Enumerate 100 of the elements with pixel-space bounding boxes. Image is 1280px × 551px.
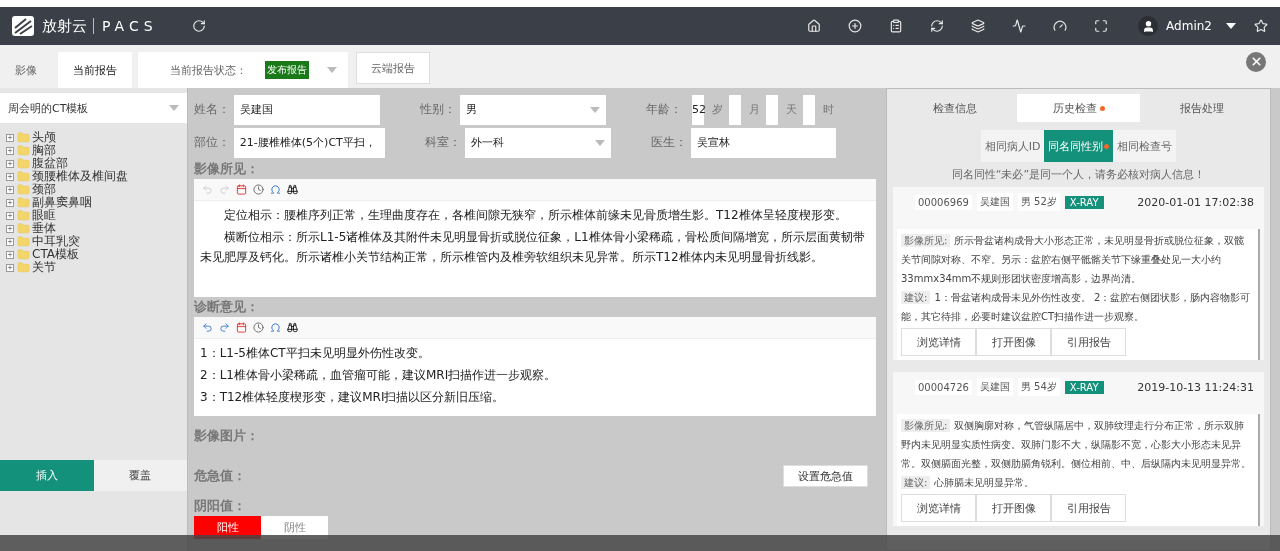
select-value: 男 xyxy=(466,102,477,117)
age-field[interactable] xyxy=(729,94,741,125)
undo-icon[interactable] xyxy=(202,322,213,333)
age-field[interactable] xyxy=(766,94,778,125)
tree-item[interactable]: 垂体 xyxy=(6,222,187,235)
mode-button[interactable]: 插入 xyxy=(0,460,94,491)
card-action-button[interactable]: 打开图像 xyxy=(976,328,1051,356)
add-icon[interactable] xyxy=(848,19,863,33)
card-action-button[interactable]: 引用报告 xyxy=(1051,328,1126,356)
sex-select[interactable]: 男 xyxy=(460,94,606,125)
tree-item[interactable]: 腹盆部 xyxy=(6,157,187,170)
redo-icon[interactable] xyxy=(219,322,230,333)
age-field[interactable] xyxy=(803,94,815,125)
text-editor[interactable]: 定位相示：腰椎序列正常，生理曲度存在，各椎间隙无狭窄，所示椎体前缘未见骨质增生影。T12椎体呈轻度楔形变。 横断位相示：所示L1-5诸椎体及其附件未见明显骨折或脱位征象，L1椎体骨小梁稀疏，骨松质间隔增宽，所示层面黄韧带未见肥厚及钙化。所示诸椎小关节结构正常，所示椎管内及椎旁软组织未见异常。所示T12椎体内未见明显骨折线影。 xyxy=(194,179,876,297)
calendar-icon[interactable] xyxy=(236,322,247,333)
user-name[interactable]: Admin2 xyxy=(1166,19,1212,33)
folder-icon xyxy=(17,248,30,261)
field-label: 年龄： xyxy=(646,101,683,118)
exam-id: 00006969 xyxy=(915,194,972,210)
notice-text: 同名同性“未必”是同一个人，请务必核对病人信息！ xyxy=(950,167,1207,182)
caret-icon[interactable] xyxy=(1226,23,1236,29)
caret-icon xyxy=(590,106,600,113)
tree-item[interactable]: 胸部 xyxy=(6,144,187,157)
filter-tab[interactable]: 相同病人ID xyxy=(980,130,1045,162)
field-label: 科室： xyxy=(425,134,463,151)
refresh-icon[interactable] xyxy=(930,19,945,33)
home-icon[interactable] xyxy=(807,19,822,33)
card-action-button[interactable]: 打开图像 xyxy=(976,494,1051,522)
clock-icon[interactable] xyxy=(253,322,264,333)
filter-tab[interactable]: 同名同性别 xyxy=(1044,130,1114,162)
expand-toggle[interactable] xyxy=(6,198,14,207)
findings-text: 影像所见: 所示骨盆诸构成骨大小形态正常，未见明显骨折或脱位征象，双髋关节间隙对称、不窄。另示：盆腔右侧平骶髂关节下缘重叠处见一大小约33mmx34mm不规则形团状密度增高影，边界尚清。 xyxy=(901,233,1246,286)
expand-toggle[interactable] xyxy=(6,159,14,168)
report-paragraph: 3：T12椎体轻度楔形变，建议MRI扫描以区分新旧压缩。 xyxy=(200,389,506,406)
clipboard-icon[interactable] xyxy=(889,19,904,33)
select-value: 周会明的CT模板 xyxy=(8,100,89,116)
set-critical-button[interactable]: 设置危急值 xyxy=(783,465,868,487)
cloud-report-button[interactable]: 云端报告 xyxy=(356,52,430,84)
omega-icon[interactable] xyxy=(270,184,281,195)
card-action-button[interactable]: 引用报告 xyxy=(1051,494,1126,522)
close-icon xyxy=(1249,55,1263,68)
tab[interactable]: 影像 xyxy=(0,52,52,88)
modality-tag: X-RAY xyxy=(1064,195,1104,209)
text-editor[interactable]: 1：L1-5椎体CT平扫未见明显外伤性改变。 2：L1椎体骨小梁稀疏，血管瘤可能，建议MRI扫描作进一步观察。 3：T12椎体轻度楔形变，建议MRI扫描以区分新旧压缩。 xyxy=(194,317,876,416)
expand-toggle[interactable] xyxy=(6,250,14,259)
folder-icon xyxy=(17,170,30,183)
expand-toggle[interactable] xyxy=(6,172,14,181)
template-select[interactable]: 周会明的CT模板 xyxy=(0,93,187,123)
reload-icon[interactable] xyxy=(191,19,206,33)
folder-icon xyxy=(17,144,30,157)
expand-toggle[interactable] xyxy=(6,237,14,246)
panel-tab[interactable]: 检查信息 xyxy=(893,94,1017,122)
tree-item[interactable]: 中耳乳突 xyxy=(6,235,187,248)
section-title: 危急值： xyxy=(194,467,246,485)
fullscreen-icon[interactable] xyxy=(1094,19,1109,33)
card-action-button[interactable]: 浏览详情 xyxy=(901,328,976,356)
tab[interactable]: 当前报告 xyxy=(58,52,132,88)
caret-icon xyxy=(594,139,605,146)
clock-icon[interactable] xyxy=(253,184,264,195)
age-unit: 时 xyxy=(823,102,834,117)
folder-icon xyxy=(17,261,30,274)
expand-toggle[interactable] xyxy=(6,133,14,142)
binoculars-icon[interactable] xyxy=(287,184,298,195)
binoculars-icon[interactable] xyxy=(287,322,298,333)
close-button[interactable] xyxy=(1246,51,1266,72)
age-unit: 天 xyxy=(786,102,797,117)
name-field[interactable]: 吴建国 xyxy=(234,94,380,125)
calendar-icon[interactable] xyxy=(236,184,247,195)
gauge-icon[interactable] xyxy=(1053,19,1068,33)
tree-item[interactable]: 副鼻窦鼻咽 xyxy=(6,196,187,209)
expand-toggle[interactable] xyxy=(6,146,14,155)
expand-toggle[interactable] xyxy=(6,211,14,220)
panel-tab[interactable]: 历史检查 xyxy=(1016,94,1141,122)
star-icon[interactable] xyxy=(1254,19,1268,33)
age-field[interactable]: 52 xyxy=(692,94,704,125)
doctor-field[interactable]: 吴宣林 xyxy=(690,127,836,158)
expand-toggle[interactable] xyxy=(6,185,14,194)
tree-item[interactable]: CTA模板 xyxy=(6,248,187,261)
omega-icon[interactable] xyxy=(270,322,281,333)
pulse-icon[interactable] xyxy=(1012,19,1027,33)
layers-icon[interactable] xyxy=(971,19,986,33)
mode-button[interactable]: 覆盖 xyxy=(93,460,187,491)
card-action-button[interactable]: 浏览详情 xyxy=(901,494,976,522)
body-part-field[interactable]: 21-腰椎椎体(5个)CT平扫， xyxy=(233,127,386,158)
department-select[interactable]: 外一科 xyxy=(465,127,611,158)
folder-icon xyxy=(17,235,30,248)
filter-tab[interactable]: 相同检查号 xyxy=(1113,130,1177,162)
tree-item[interactable]: 眼眶 xyxy=(6,209,187,222)
folder-icon xyxy=(17,222,30,235)
panel-tab[interactable]: 报告处理 xyxy=(1140,94,1264,122)
sex-age: 男 54岁 xyxy=(1017,378,1060,396)
tree-item[interactable]: 关节 xyxy=(6,261,187,274)
expand-toggle[interactable] xyxy=(6,263,14,272)
expand-toggle[interactable] xyxy=(6,224,14,233)
tree-item[interactable]: 颈部 xyxy=(6,183,187,196)
report-paragraph: 1：L1-5椎体CT平扫未见明显外伤性改变。 xyxy=(200,345,431,362)
avatar-icon[interactable] xyxy=(1138,16,1159,36)
folder-icon xyxy=(17,183,30,196)
tree-item[interactable]: 头颅 xyxy=(6,131,187,144)
tree-item[interactable]: 颈腰椎体及椎间盘 xyxy=(6,170,187,183)
